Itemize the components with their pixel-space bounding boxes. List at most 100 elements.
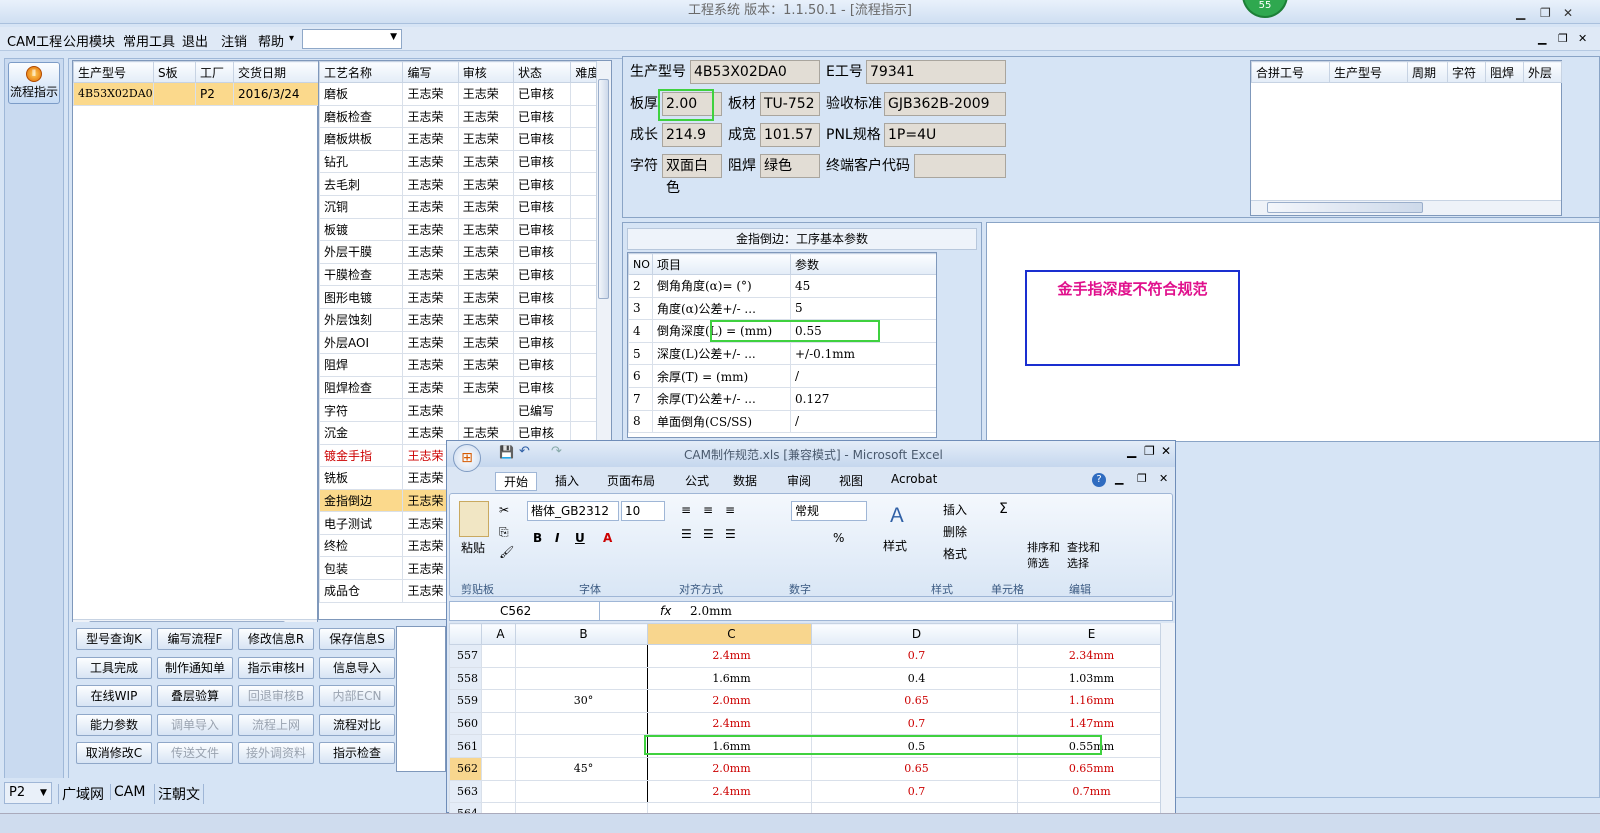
cell[interactable]: 王志荣	[402, 82, 459, 106]
field-thick[interactable]: 2.00	[662, 92, 722, 116]
action-button[interactable]: 修改信息R	[238, 628, 314, 650]
cell[interactable]: 钻孔	[319, 149, 404, 174]
menu-cam[interactable]: CAM工程	[7, 31, 62, 50]
row-header[interactable]: 563	[449, 779, 482, 804]
formula-input[interactable]: 2.0mm	[690, 602, 732, 620]
row-header[interactable]: 557	[449, 644, 482, 668]
cell[interactable]: P2	[195, 82, 234, 106]
field-char[interactable]: 双面白色	[662, 154, 722, 196]
field-std[interactable]: GJB362B-2009	[884, 92, 1006, 116]
cell[interactable]: 已审核	[512, 127, 572, 151]
insert-cells[interactable]: 插入	[943, 501, 967, 518]
cell[interactable]	[647, 802, 812, 813]
col-factory[interactable]: 工厂	[195, 61, 234, 83]
col-date[interactable]: 交货日期	[233, 61, 320, 83]
cell[interactable]: 2.0mm	[647, 689, 812, 713]
row-header[interactable]: 564	[449, 802, 482, 813]
mdi-restore-icon[interactable]: ❐	[1558, 32, 1568, 45]
action-button[interactable]: 传送文件	[157, 742, 233, 764]
table-row[interactable]: 7 余厚(T)公差+/- ... 0.127	[628, 386, 936, 411]
cell[interactable]: 王志荣	[402, 330, 459, 355]
action-button[interactable]: 内部ECN	[319, 685, 395, 707]
cell[interactable]: 单面倒角(CS/SS)	[652, 409, 791, 434]
cell[interactable]: 阻焊	[319, 353, 404, 377]
cell[interactable]: 6	[628, 364, 653, 388]
cell[interactable]	[481, 756, 516, 781]
paste-icon[interactable]	[459, 501, 489, 537]
cell[interactable]: 终检	[319, 533, 404, 558]
cell[interactable]: 去毛刺	[319, 172, 404, 196]
cell[interactable]: +/-0.1mm	[790, 341, 936, 366]
cell[interactable]: 王志荣	[457, 217, 514, 242]
col-merge-no[interactable]: 合拼工号	[1251, 61, 1330, 83]
table-row[interactable]: 阻焊检查 王志荣 王志荣 已审核	[319, 375, 611, 400]
field-pnl[interactable]: 1P=4U	[884, 123, 1006, 147]
cell[interactable]: 电子测试	[319, 511, 404, 535]
cell[interactable]: 王志荣	[457, 240, 514, 264]
cell[interactable]: 深度(L)公差+/- ...	[652, 341, 791, 366]
cell[interactable]: 2.0mm	[647, 756, 812, 781]
action-button[interactable]: 能力参数	[76, 713, 152, 736]
sheet-vscroll[interactable]	[1160, 623, 1175, 813]
table-row[interactable]: 钻孔 王志荣 王志荣 已审核	[319, 149, 611, 174]
menu-help[interactable]: 帮助	[258, 31, 284, 50]
autosum-icon[interactable]: Σ	[999, 501, 1008, 517]
table-row[interactable]: 4B53X02DA0 P2 2016/3/24	[73, 82, 320, 106]
fx-icon[interactable]: fx	[660, 602, 671, 620]
cell[interactable]	[481, 779, 516, 804]
ribbon-restore-icon[interactable]: ❐	[1137, 472, 1147, 485]
cell[interactable]: 镀金手指	[319, 443, 404, 468]
cell[interactable]: 已审核	[512, 172, 572, 196]
cell[interactable]: 已审核	[512, 194, 572, 219]
align-top-icon[interactable]: ≡	[681, 503, 691, 517]
field-mat[interactable]: TU-752	[760, 92, 820, 116]
cell[interactable]: 30°	[515, 689, 648, 713]
sort-filter-button[interactable]: 排序和筛选	[1027, 539, 1067, 571]
table-row[interactable]: 8 单面倒角(CS/SS) /	[628, 409, 936, 434]
save-icon[interactable]: 💾	[499, 445, 514, 459]
number-format-select[interactable]: 常规	[791, 501, 867, 521]
sheet-row[interactable]: 557 2.4mm 0.7 2.34mm	[449, 644, 1161, 668]
action-button[interactable]: 流程上网	[238, 713, 314, 736]
table-row[interactable]: 外层干膜 王志荣 王志荣 已审核	[319, 240, 611, 264]
merge-hscroll[interactable]	[1251, 200, 1561, 215]
cell[interactable]: 王志荣	[402, 353, 459, 377]
cell[interactable]: 0.55mm	[1017, 734, 1161, 758]
cell[interactable]: 外层干膜	[319, 240, 404, 264]
cell[interactable]: 已审核	[512, 330, 572, 355]
cell[interactable]: 王志荣	[457, 127, 514, 151]
ribbon-tab[interactable]: 数据	[733, 472, 757, 489]
cell[interactable]: 王志荣	[402, 398, 459, 422]
cell[interactable]: 2.4mm	[647, 779, 812, 804]
cell[interactable]: 已审核	[512, 104, 572, 129]
cell[interactable]: 王志荣	[457, 194, 514, 219]
cell[interactable]: 王志荣	[402, 240, 459, 264]
styles-icon[interactable]: Ａ	[887, 499, 907, 528]
cell[interactable]: 7	[628, 386, 653, 411]
cell[interactable]: 王志荣	[402, 262, 459, 287]
ribbon-tab[interactable]: 页面布局	[607, 472, 655, 489]
cell[interactable]: 铣板	[319, 466, 404, 490]
row-header[interactable]: 559	[449, 689, 482, 713]
cell[interactable]: 王志荣	[457, 104, 514, 129]
cell[interactable]: 余厚(T) = (mm)	[652, 364, 791, 388]
cell[interactable]: 1.6mm	[647, 734, 812, 758]
format-cells[interactable]: 格式	[943, 545, 967, 562]
cell[interactable]: 已审核	[512, 307, 572, 332]
ribbon-tab[interactable]: 插入	[555, 472, 579, 489]
action-button[interactable]: 叠层验算	[157, 685, 233, 707]
column-header[interactable]: B	[515, 623, 648, 645]
close-icon[interactable]: ✕	[1161, 444, 1171, 458]
restore-icon[interactable]: ❐	[1144, 444, 1155, 458]
cell[interactable]: 王志荣	[402, 217, 459, 242]
cell[interactable]: 2.4mm	[647, 711, 812, 736]
table-row[interactable]: 磨板烘板 王志荣 王志荣 已审核	[319, 127, 611, 151]
row-header[interactable]: 561	[449, 734, 482, 758]
cell[interactable]: 已审核	[512, 353, 572, 377]
cell[interactable]: 王志荣	[402, 307, 459, 332]
cell[interactable]: 王志荣	[457, 262, 514, 287]
align-center-icon[interactable]: ☰	[703, 527, 714, 541]
cell[interactable]: 角度(α)公差+/- ...	[652, 296, 791, 321]
menu-logout[interactable]: 注销	[221, 31, 247, 50]
cell[interactable]	[515, 711, 648, 736]
